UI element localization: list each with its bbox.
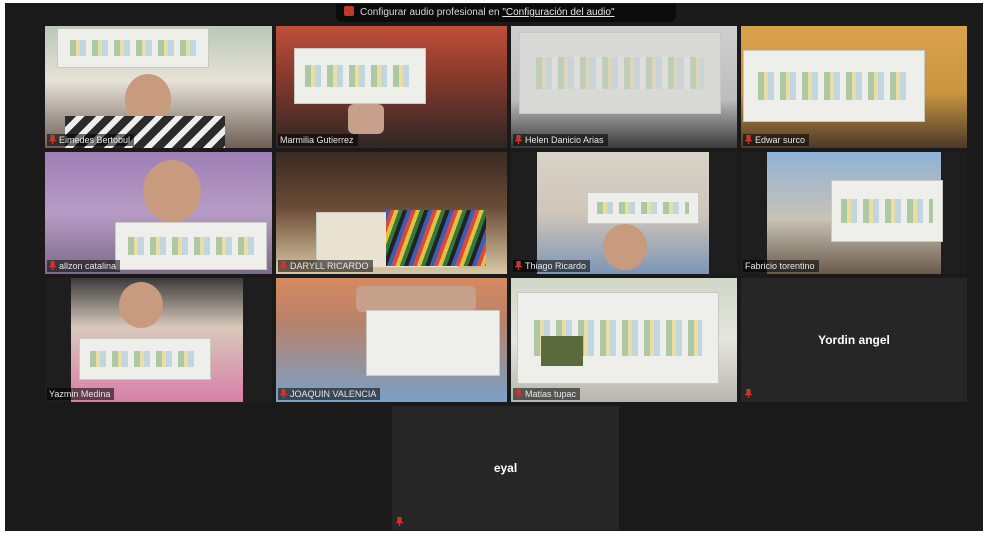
audio-alert-icon <box>344 6 354 16</box>
muted-mic-icon <box>49 261 56 270</box>
banner-text: Configurar audio profesional en <box>360 7 503 18</box>
participant-name-label: Yazmin Medina <box>47 388 115 400</box>
drawing-paper <box>115 222 267 270</box>
muted-mic-icon <box>280 261 287 270</box>
participant-tile[interactable]: Eimedes Bertobul <box>45 26 272 148</box>
participant-display-name: Yordin angel <box>818 333 890 347</box>
drawing-paper <box>57 28 209 68</box>
person <box>119 282 163 328</box>
muted-mic-icon <box>49 135 56 144</box>
drawing-paper <box>366 310 500 376</box>
participant-name-label: Helen Danicio Arias <box>513 134 608 146</box>
muted-mic-icon <box>515 261 522 270</box>
muted-mic-icon <box>745 389 752 398</box>
muted-mic-icon <box>515 135 522 144</box>
participant-tile-active-speaker[interactable]: Marmilia Gutierrez <box>276 26 507 148</box>
participant-name-label: Thiago Ricardo <box>513 260 591 272</box>
participant-tile[interactable]: Fabricio torentino <box>741 152 967 274</box>
muted-mic-icon <box>280 389 287 398</box>
hand <box>348 104 384 134</box>
participant-tile[interactable]: Edwar surco <box>741 26 967 148</box>
participant-tile[interactable]: DARYLL RICARDO <box>276 152 507 274</box>
participant-display-name: eyal <box>493 461 518 475</box>
drawing-paper <box>743 50 925 122</box>
participant-tile[interactable]: Yazmin Medina <box>45 278 272 402</box>
picture-on-paper <box>541 336 583 366</box>
muted-mic-icon <box>745 135 752 144</box>
participant-tile[interactable]: Helen Danicio Arias <box>511 26 737 148</box>
participant-tile[interactable]: allzon catalina <box>45 152 272 274</box>
drawing-paper <box>587 192 699 224</box>
participant-name-label: Matias tupac <box>513 388 581 400</box>
participant-tile[interactable]: JOAQUIN VALENCIA <box>276 278 507 402</box>
colored-pencils <box>386 210 486 266</box>
muted-mic-icon <box>515 389 522 398</box>
participant-name-label: Fabricio torentino <box>743 260 819 272</box>
drawing-paper <box>294 48 426 104</box>
audio-settings-link[interactable]: "Configuración del audio" <box>502 7 614 18</box>
participant-tile-video-off[interactable]: Yordin angel <box>741 278 967 402</box>
participant-tile[interactable]: Matias tupac <box>511 278 737 402</box>
audio-notification-banner[interactable]: Configurar audio profesional en "Configu… <box>336 4 676 22</box>
participant-name-label: Marmilia Gutierrez <box>278 134 358 146</box>
muted-mic-icon <box>396 517 403 526</box>
drawing-paper <box>519 32 721 114</box>
participant-name-label: Edwar surco <box>743 134 810 146</box>
participant-name-label: Eimedes Bertobul <box>47 134 135 146</box>
person <box>603 224 647 270</box>
participant-name-label: JOAQUIN VALENCIA <box>278 388 381 400</box>
drawing-paper <box>79 338 211 380</box>
person <box>143 160 201 222</box>
participant-tile[interactable]: Thiago Ricardo <box>511 152 737 274</box>
hands <box>356 286 476 312</box>
participant-tile-video-off[interactable]: eyal <box>392 406 619 530</box>
drawing-paper <box>831 180 943 242</box>
participant-name-label: allzon catalina <box>47 260 121 272</box>
participant-name-label: DARYLL RICARDO <box>278 260 373 272</box>
